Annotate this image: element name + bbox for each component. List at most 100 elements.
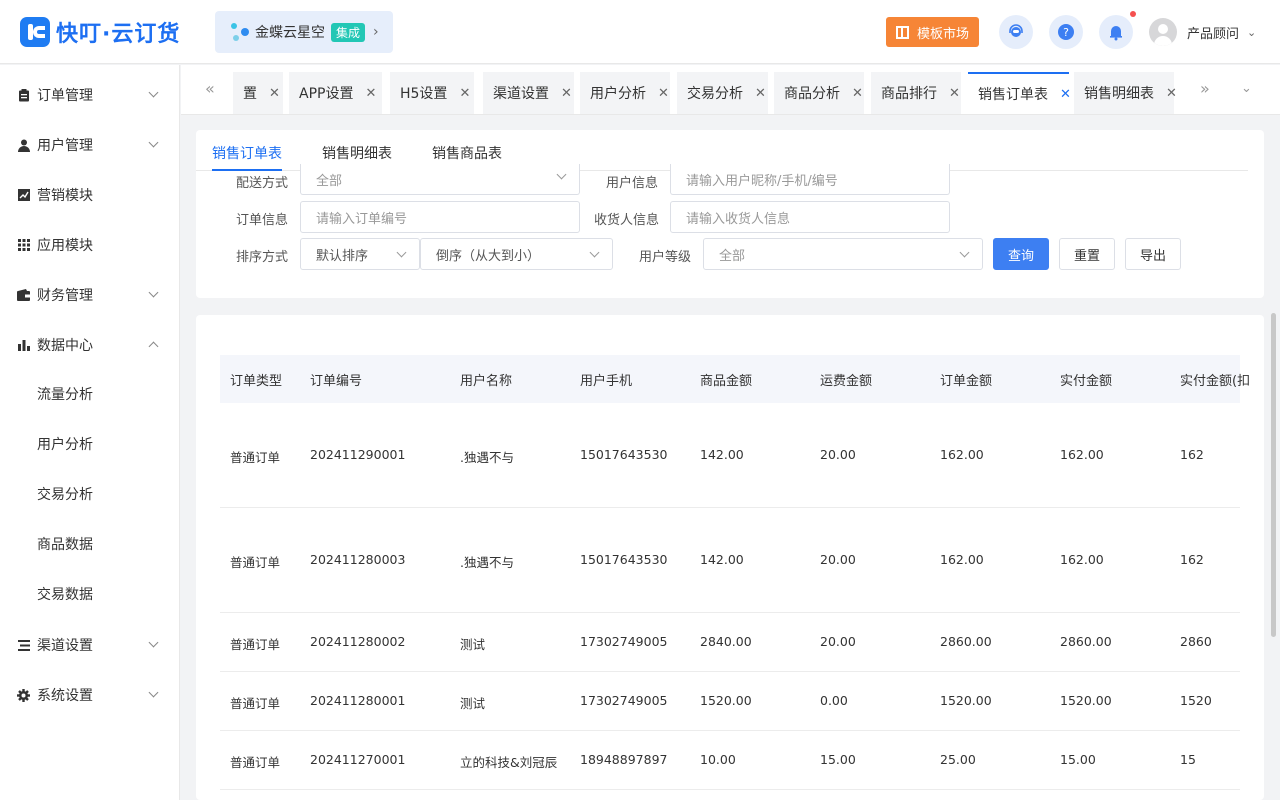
- sidebar-item-label: 系统设置: [37, 688, 93, 704]
- kingdee-label: 金蝶云星空: [255, 25, 325, 41]
- template-icon: [895, 25, 909, 39]
- chevron-down-icon: [589, 247, 600, 258]
- tab-sales-order-report[interactable]: 销售订单表 ✕: [968, 72, 1071, 114]
- table-row[interactable]: 普通订单 202411280003 .独遇不与 15017643530 142.…: [220, 508, 1240, 613]
- sidebar-subitem-traffic[interactable]: 流量分析: [0, 369, 179, 419]
- integration-tag: 集成: [331, 22, 366, 42]
- chevron-down-icon: [556, 169, 567, 180]
- chevron-up-icon: [148, 341, 159, 352]
- table-row[interactable]: 普通订单 202411280001 测试 17302749005 1520.00…: [220, 672, 1240, 731]
- sidebar-item-marketing[interactable]: 营销模块: [0, 170, 179, 220]
- sidebar-item-label: 数据中心: [37, 338, 93, 354]
- close-icon[interactable]: ✕: [1060, 87, 1071, 102]
- app-brand: 快叮·云订货: [56, 22, 181, 47]
- close-icon[interactable]: ✕: [852, 86, 863, 101]
- delivery-label: 配送方式: [236, 176, 289, 191]
- tab-channel-settings[interactable]: 渠道设置 ✕: [483, 72, 574, 114]
- page-scrollbar[interactable]: [1271, 313, 1276, 637]
- table-row[interactable]: 普通订单 202411280002 测试 17302749005 2840.00…: [220, 613, 1240, 672]
- chevron-down-icon: [148, 637, 159, 648]
- customer-service-button[interactable]: [999, 15, 1033, 49]
- subtab-sales-order[interactable]: 销售订单表: [212, 143, 282, 171]
- kingdee-integration-button[interactable]: 金蝶云星空 集成 ›: [215, 11, 393, 53]
- sidebar-item-system[interactable]: 系统设置: [0, 670, 179, 720]
- help-button[interactable]: ?: [1049, 15, 1083, 49]
- close-icon[interactable]: ✕: [949, 86, 960, 101]
- table-panel: 订单类型 订单编号 用户名称 用户手机 商品金额 运费金额 订单金额 实付金额 …: [196, 315, 1264, 800]
- page-tabs: « 置 ✕ APP设置 ✕ H5设置 ✕ 渠道设置 ✕ 用户分析 ✕ 交易分析 ✕ 商品分析…: [181, 65, 1280, 115]
- sidebar-item-orders[interactable]: 订单管理: [0, 70, 179, 120]
- query-button[interactable]: 查询: [993, 238, 1049, 270]
- sort-label: 排序方式: [236, 250, 289, 265]
- user-icon: [17, 139, 30, 152]
- receiver-label: 收货人信息: [594, 213, 660, 228]
- clipboard-icon: [17, 88, 30, 102]
- subtab-sales-product[interactable]: 销售商品表: [432, 143, 502, 163]
- tab-user-analysis[interactable]: 用户分析 ✕: [580, 72, 670, 114]
- template-market-label: 模板市场: [916, 26, 969, 42]
- close-icon[interactable]: ✕: [459, 86, 470, 101]
- bell-icon: [1110, 26, 1122, 41]
- receiver-input[interactable]: 请输入收货人信息: [670, 201, 950, 233]
- double-chevron-left-icon[interactable]: «: [205, 79, 215, 98]
- notification-button[interactable]: [1099, 11, 1136, 49]
- sidebar-item-users[interactable]: 用户管理: [0, 120, 179, 170]
- tab-trade-analysis[interactable]: 交易分析 ✕: [677, 72, 768, 114]
- tab-sales-detail-report[interactable]: 销售明细表 ✕: [1074, 72, 1177, 114]
- sidebar-item-channel[interactable]: 渠道设置: [0, 620, 179, 670]
- subtab-sales-detail[interactable]: 销售明细表: [322, 143, 392, 163]
- sidebar-subitem-product-data[interactable]: 商品数据: [0, 519, 179, 569]
- sidebar-item-label: 营销模块: [37, 188, 93, 204]
- sidebar-item-label: 订单管理: [37, 88, 93, 104]
- grid-icon: [17, 239, 30, 252]
- chevron-down-icon[interactable]: ⌄: [1241, 81, 1252, 96]
- close-icon[interactable]: ✕: [755, 86, 766, 101]
- sidebar-subitem-trade-data[interactable]: 交易数据: [0, 569, 179, 619]
- tab-app-settings[interactable]: APP设置 ✕: [289, 72, 382, 114]
- close-icon[interactable]: ✕: [658, 86, 669, 101]
- close-icon[interactable]: ✕: [1166, 86, 1177, 101]
- help-icon: ?: [1058, 24, 1074, 40]
- order-label: 订单信息: [236, 213, 289, 228]
- order-input[interactable]: 请输入订单编号: [300, 201, 580, 233]
- reset-button[interactable]: 重置: [1059, 238, 1115, 270]
- close-icon[interactable]: ✕: [269, 86, 280, 101]
- close-icon[interactable]: ✕: [561, 86, 572, 101]
- user-menu[interactable]: 产品顾问 ⌄: [1149, 18, 1256, 46]
- sort-select[interactable]: 默认排序: [300, 238, 420, 270]
- avatar: [1149, 18, 1177, 46]
- chevron-down-icon: [148, 287, 159, 298]
- list-icon: [17, 639, 30, 652]
- bar-chart-icon: [17, 339, 30, 352]
- tab-h5-settings[interactable]: H5设置 ✕: [390, 72, 474, 114]
- app-logo[interactable]: 快叮·云订货: [20, 16, 180, 48]
- userinfo-input[interactable]: 请输入用户昵称/手机/编号: [670, 164, 950, 195]
- chevron-down-icon: [959, 247, 970, 258]
- sidebar-item-data-center[interactable]: 数据中心: [0, 320, 179, 370]
- delivery-select[interactable]: 全部: [300, 164, 580, 195]
- template-market-button[interactable]: 模板市场: [886, 17, 979, 47]
- sidebar-item-label: 渠道设置: [37, 638, 93, 654]
- sidebar-subitem-user-analysis[interactable]: 用户分析: [0, 419, 179, 469]
- order-direction-select[interactable]: 倒序（从大到小）: [420, 238, 613, 270]
- col-order-type: 订单类型: [230, 374, 283, 389]
- tab-product-analysis[interactable]: 商品分析 ✕: [774, 72, 864, 114]
- col-paid-amount: 实付金额: [1060, 374, 1113, 389]
- chevron-down-icon: [148, 137, 159, 148]
- col-order-no: 订单编号: [310, 374, 363, 389]
- col-goods-amount: 商品金额: [700, 374, 753, 389]
- sidebar-item-label: 财务管理: [37, 288, 93, 304]
- sidebar-item-apps[interactable]: 应用模块: [0, 220, 179, 270]
- col-freight-amount: 运费金额: [820, 374, 873, 389]
- double-chevron-right-icon[interactable]: »: [1200, 79, 1210, 98]
- table-row[interactable]: 普通订单 202411290001 .独遇不与 15017643530 142.…: [220, 403, 1240, 508]
- tab-product-ranking[interactable]: 商品排行 ✕: [871, 72, 961, 114]
- export-button[interactable]: 导出: [1125, 238, 1181, 270]
- tab-settings-partial[interactable]: 置 ✕: [233, 72, 283, 114]
- close-icon[interactable]: ✕: [365, 86, 376, 101]
- level-select[interactable]: 全部: [703, 238, 983, 270]
- svg-text:?: ?: [1063, 26, 1069, 39]
- sidebar-item-finance[interactable]: 财务管理: [0, 270, 179, 320]
- table-row[interactable]: 普通订单 202411270001 立的科技&刘冠辰 18948897897 1…: [220, 731, 1240, 790]
- sidebar-subitem-trade-analysis[interactable]: 交易分析: [0, 469, 179, 519]
